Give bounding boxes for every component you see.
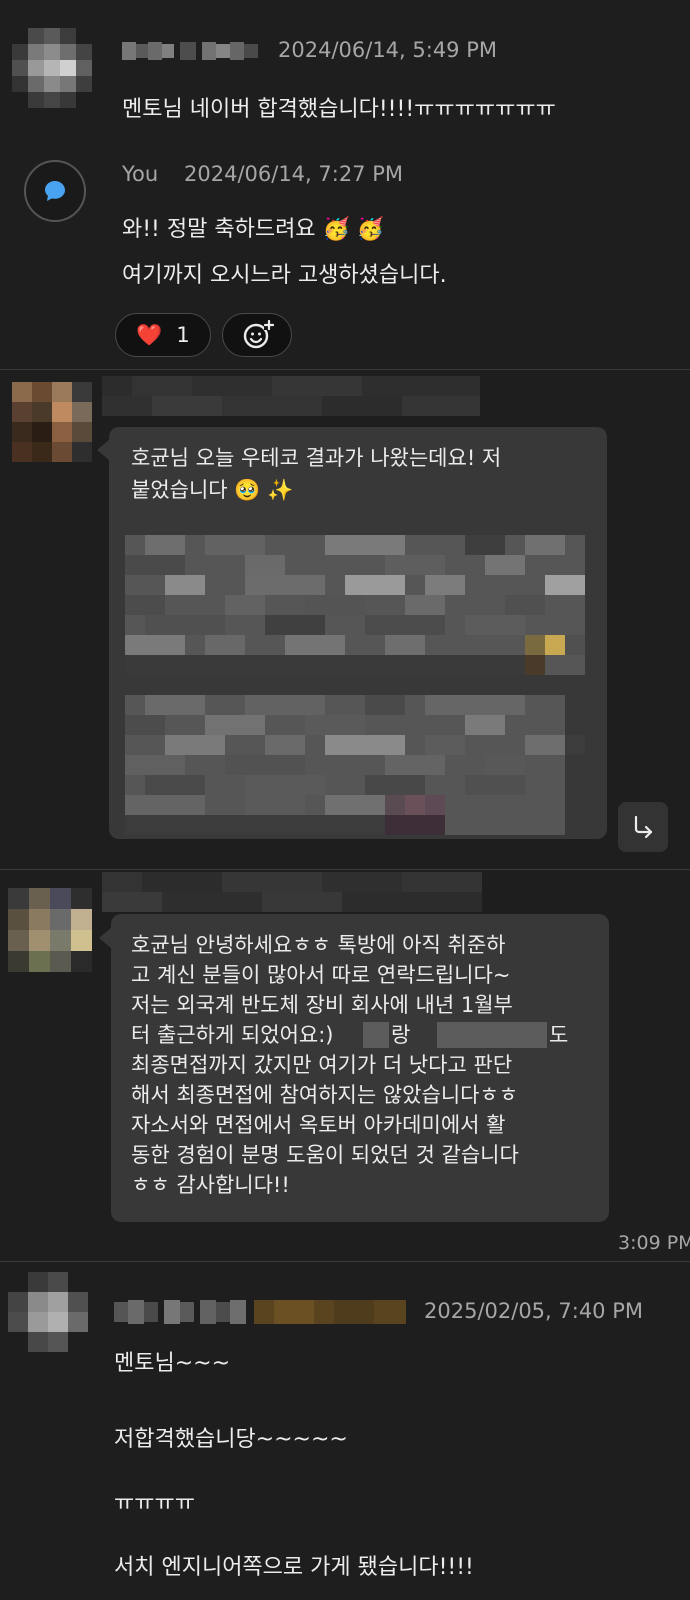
bubble-tail — [99, 928, 111, 948]
message-text: 멘토님 네이버 합격했습니다!!!!ㅠㅠㅠㅠㅠㅠㅠ — [122, 97, 556, 122]
message-line: 터 출근하게 되었어요:) — [131, 1023, 334, 1047]
chat-bubble-icon — [45, 181, 65, 201]
redacted-company-1 — [363, 1022, 389, 1048]
message-line: 저합격했습니당~~~~~ — [114, 1427, 348, 1452]
message-bubble[interactable]: 호균님 안녕하세요ㅎㅎ 톡방에 아직 취준하 고 계신 분들이 많아서 따로 연… — [111, 914, 609, 1222]
sender-name-redacted — [102, 376, 480, 416]
avatar[interactable] — [12, 28, 92, 108]
reaction-heart[interactable]: ❤️ 1 — [115, 313, 211, 357]
message-line: 동한 경험이 분명 도움이 되었던 것 같습니다 — [131, 1143, 519, 1167]
sender-name-redacted — [102, 872, 482, 912]
add-reaction-button[interactable] — [222, 313, 292, 357]
redacted-text-block — [125, 695, 585, 835]
message-4: 호균님 안녕하세요ㅎㅎ 톡방에 아직 취준하 고 계신 분들이 많아서 따로 연… — [0, 870, 690, 1260]
redacted-text-block — [125, 535, 585, 675]
forwarded-message-bubble[interactable]: 호균님 오늘 우테코 결과가 나왔는데요! 저 붙었습니다 🥹 ✨ — [109, 427, 607, 839]
message-line: 도 — [549, 1023, 569, 1047]
message-timestamp: 2024/06/14, 7:27 PM — [184, 162, 404, 186]
message-line: 자소서와 면접에서 옥토버 아카데미에서 활 — [131, 1113, 506, 1137]
message-line: 해서 최종면접에 참여하지는 않았습니다ㅎㅎ — [131, 1083, 519, 1107]
sender-name: You — [122, 162, 159, 186]
message-line: 랑 — [391, 1023, 411, 1047]
message-line: 붙었습니다 🥹 ✨ — [131, 478, 294, 502]
avatar[interactable] — [8, 1272, 88, 1352]
message-line: 멘토님~~~ — [114, 1351, 231, 1376]
redacted-company-2 — [437, 1022, 547, 1048]
message-time: 3:09 PM — [618, 1232, 690, 1254]
message-5: 2025/02/05, 7:40 PM 멘토님~~~ 저합격했습니당~~~~~ … — [0, 1262, 690, 1600]
message-1: 2024/06/14, 5:49 PM 멘토님 네이버 합격했습니다!!!!ㅠㅠ… — [0, 0, 690, 150]
message-line: 호균님 오늘 우테코 결과가 나왔는데요! 저 — [131, 446, 502, 470]
avatar[interactable] — [8, 888, 92, 972]
avatar[interactable] — [12, 382, 92, 462]
message-line: 와!! 정말 축하드려요 🥳 🥳 — [122, 217, 385, 242]
smiley-plus-icon — [243, 319, 274, 349]
message-2: You 2024/06/14, 7:27 PM 와!! 정말 축하드려요 🥳 🥳… — [0, 150, 690, 370]
you-avatar[interactable] — [24, 160, 86, 222]
message-timestamp: 2025/02/05, 7:40 PM — [424, 1299, 644, 1323]
message-3: 호균님 오늘 우테코 결과가 나왔는데요! 저 붙었습니다 🥹 ✨ — [0, 370, 690, 870]
heart-icon: ❤️ — [136, 322, 163, 347]
message-timestamp: 2024/06/14, 5:49 PM — [278, 38, 498, 62]
message-line: ㅎㅎ 감사합니다!! — [131, 1173, 290, 1197]
message-line: 호균님 안녕하세요ㅎㅎ 톡방에 아직 취준하 — [131, 933, 506, 957]
reaction-count: 1 — [176, 323, 190, 347]
sender-name-redacted — [122, 40, 262, 62]
message-line: ㅠㅠㅠㅠ — [114, 1491, 195, 1516]
message-line: 여기까지 오시느라 고생하셨습니다. — [122, 263, 447, 288]
message-line: 최종면접까지 갔지만 여기가 더 낫다고 판단 — [131, 1053, 513, 1077]
sender-name-redacted — [114, 1300, 406, 1324]
bubble-tail — [97, 440, 109, 460]
message-line: 고 계신 분들이 많아서 따로 연락드립니다~ — [131, 963, 511, 987]
message-line: 저는 외국계 반도체 장비 회사에 내년 1월부 — [131, 993, 513, 1017]
reply-button[interactable] — [618, 802, 668, 852]
message-line: 서치 엔지니어쪽으로 가게 됐습니다!!!! — [114, 1555, 474, 1580]
reply-arrow-icon — [634, 815, 653, 839]
